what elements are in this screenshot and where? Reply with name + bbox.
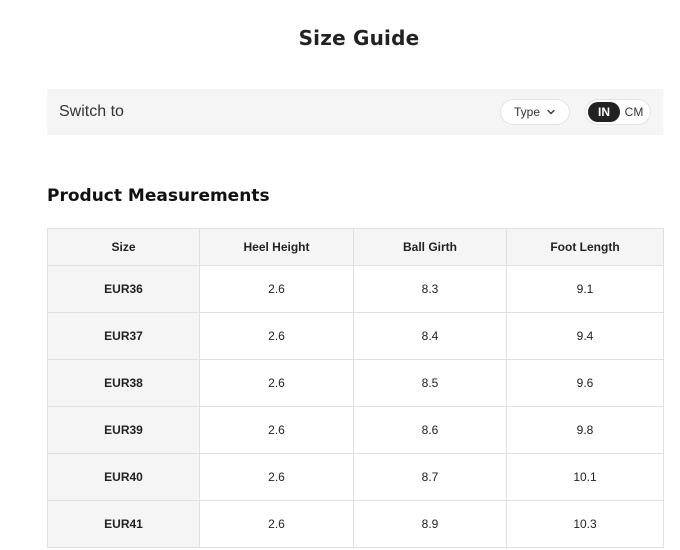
size-cell: EUR41 <box>47 500 200 548</box>
table-row: EUR39 2.6 8.6 9.8 <box>47 406 664 454</box>
column-header: Foot Length <box>506 228 664 266</box>
heel-height-cell: 2.6 <box>199 265 354 313</box>
ball-girth-cell: 8.7 <box>353 453 507 501</box>
size-cell: EUR37 <box>47 312 200 360</box>
heel-height-cell: 2.6 <box>199 312 354 360</box>
ball-girth-cell: 8.6 <box>353 406 507 454</box>
section-title: Product Measurements <box>47 186 270 206</box>
unit-option-in[interactable]: IN <box>588 102 620 122</box>
table-row: EUR40 2.6 8.7 10.1 <box>47 453 664 501</box>
foot-length-cell: 10.1 <box>506 453 664 501</box>
column-header: Size <box>47 228 200 266</box>
page-title: Size Guide <box>298 26 420 50</box>
foot-length-cell: 10.3 <box>506 500 664 548</box>
heel-height-cell: 2.6 <box>199 406 354 454</box>
heel-height-cell: 2.6 <box>199 500 354 548</box>
foot-length-cell: 9.6 <box>506 359 664 407</box>
unit-toggle: IN CM <box>585 99 651 125</box>
table-row: EUR37 2.6 8.4 9.4 <box>47 312 664 360</box>
heel-height-cell: 2.6 <box>199 453 354 501</box>
table-row: EUR38 2.6 8.5 9.6 <box>47 359 664 407</box>
measurements-table: Size Heel Height Ball Girth Foot Length … <box>47 228 664 548</box>
column-header: Heel Height <box>199 228 354 266</box>
table-row: EUR36 2.6 8.3 9.1 <box>47 265 664 313</box>
size-cell: EUR39 <box>47 406 200 454</box>
size-cell: EUR36 <box>47 265 200 313</box>
foot-length-cell: 9.1 <box>506 265 664 313</box>
column-header: Ball Girth <box>353 228 507 266</box>
ball-girth-cell: 8.3 <box>353 265 507 313</box>
size-cell: EUR38 <box>47 359 200 407</box>
chevron-down-icon <box>546 107 556 117</box>
foot-length-cell: 9.8 <box>506 406 664 454</box>
ball-girth-cell: 8.9 <box>353 500 507 548</box>
type-dropdown-label: Type <box>513 105 540 119</box>
unit-switch-bar: Switch to Type IN CM <box>47 89 663 135</box>
size-cell: EUR40 <box>47 453 200 501</box>
type-dropdown[interactable]: Type <box>500 99 570 125</box>
heel-height-cell: 2.6 <box>199 359 354 407</box>
ball-girth-cell: 8.5 <box>353 359 507 407</box>
foot-length-cell: 9.4 <box>506 312 664 360</box>
switch-label: Switch to <box>59 103 124 120</box>
unit-option-cm[interactable]: CM <box>620 102 648 122</box>
ball-girth-cell: 8.4 <box>353 312 507 360</box>
table-header-row: Size Heel Height Ball Girth Foot Length <box>47 228 664 266</box>
table-row: EUR41 2.6 8.9 10.3 <box>47 500 664 548</box>
